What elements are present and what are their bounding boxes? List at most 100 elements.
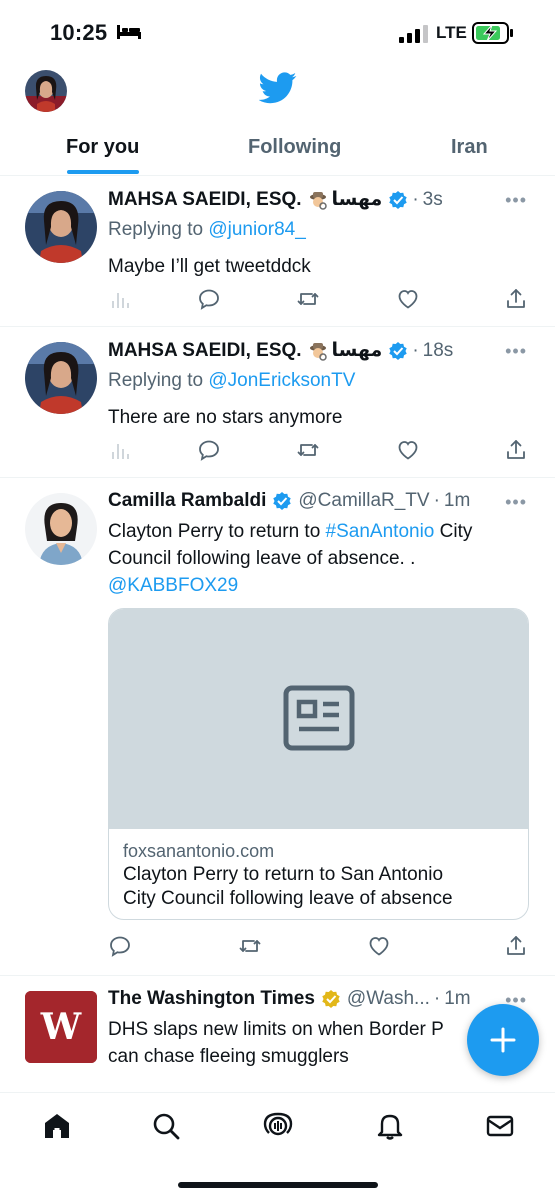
bell-icon[interactable]: [375, 1111, 405, 1141]
timeline-tabs: For you Following Iran: [0, 120, 555, 176]
reply-mention-link[interactable]: @JonEricksonTV: [208, 370, 355, 391]
reply-icon[interactable]: [108, 934, 132, 958]
tweet-text-line: DHS slaps new limits on when Border P: [108, 1019, 444, 1040]
status-time: 10:25: [50, 20, 108, 45]
author-name[interactable]: Camilla Rambaldi: [108, 490, 266, 512]
link-card[interactable]: foxsanantonio.com Clayton Perry to retur…: [108, 608, 529, 920]
home-indicator: [178, 1182, 378, 1188]
active-tab-indicator: [67, 170, 139, 174]
twitter-bird-icon[interactable]: [259, 72, 297, 104]
author-handle[interactable]: @CamillaR_TV: [298, 490, 429, 512]
views-icon[interactable]: [108, 287, 132, 311]
author-handle[interactable]: @Wash...: [347, 988, 430, 1010]
separator-dot: ·: [433, 490, 440, 511]
tweet-text-line: can chase fleeing smugglers: [108, 1046, 349, 1067]
tweet[interactable]: Camilla Rambaldi @CamillaR_TV · 1m ••• C…: [0, 478, 555, 976]
tweet[interactable]: MAHSA SAEIDI, ESQ. مهسا · 3s ••• Replyin…: [0, 176, 555, 327]
bed-icon: [117, 25, 141, 39]
separator-dot: ·: [412, 339, 419, 361]
hashtag-link[interactable]: #SanAntonio: [326, 521, 435, 542]
tab-for-you[interactable]: For you: [66, 136, 139, 159]
tweet-actions: [108, 438, 528, 462]
tab-following[interactable]: Following: [248, 136, 341, 159]
card-image-placeholder: [109, 609, 528, 829]
search-icon[interactable]: [151, 1111, 181, 1141]
spaces-icon[interactable]: [263, 1111, 293, 1141]
verified-badge-icon: [389, 341, 408, 360]
status-bar: 10:25 LTE: [0, 0, 555, 62]
svg-text:W: W: [40, 1006, 82, 1048]
like-icon[interactable]: [367, 934, 391, 958]
reply-icon[interactable]: [197, 287, 221, 311]
tweet-time[interactable]: 18s: [423, 340, 454, 362]
tweet-text-line: Clayton Perry to return to #SanAntonio C…: [108, 518, 528, 545]
replying-to: Replying to @JonEricksonTV: [108, 370, 355, 392]
avatar[interactable]: [25, 191, 97, 263]
views-icon[interactable]: [108, 438, 132, 462]
top-bar: [0, 62, 555, 118]
tweet-text-line: Council following leave of absence. .: [108, 548, 416, 569]
verified-badge-icon: [389, 190, 408, 209]
tab-iran[interactable]: Iran: [451, 136, 488, 159]
retweet-icon[interactable]: [296, 287, 320, 311]
share-icon[interactable]: [504, 438, 528, 462]
card-title-line: City Council following leave of absence: [123, 888, 453, 909]
compose-button[interactable]: [467, 1004, 539, 1076]
tweet-time[interactable]: 3s: [423, 189, 443, 211]
like-icon[interactable]: [396, 287, 420, 311]
card-title-line: Clayton Perry to return to San Antonio: [123, 864, 444, 885]
home-icon[interactable]: [42, 1111, 72, 1141]
replying-to-label: Replying to: [108, 370, 204, 391]
tweet-text-segment: Clayton Perry to return to: [108, 521, 326, 542]
author-name-arabic: مهسا: [331, 189, 383, 210]
tweet-text: There are no stars anymore: [108, 407, 343, 428]
network-label: LTE: [436, 23, 467, 42]
tweet-header: MAHSA SAEIDI, ESQ. مهسا · 3s: [108, 188, 443, 211]
retweet-icon[interactable]: [296, 438, 320, 462]
share-icon[interactable]: [504, 934, 528, 958]
reply-icon[interactable]: [197, 438, 221, 462]
tweet-text: Maybe I’ll get tweetddck: [108, 256, 311, 277]
signal-icon: [399, 25, 428, 43]
replying-to-label: Replying to: [108, 219, 204, 240]
mail-icon[interactable]: [485, 1111, 515, 1141]
reply-mention-link[interactable]: @junior84_: [208, 219, 305, 240]
tweet-time[interactable]: 1m: [444, 490, 470, 512]
more-icon[interactable]: •••: [505, 492, 527, 513]
article-icon: [283, 685, 355, 751]
author-name[interactable]: The Washington Times: [108, 988, 315, 1010]
separator-dot: ·: [412, 188, 419, 210]
author-name[interactable]: MAHSA SAEIDI, ESQ.: [108, 189, 302, 211]
replying-to: Replying to @junior84_: [108, 219, 306, 241]
avatar[interactable]: W: [25, 991, 97, 1063]
tweet-text: DHS slaps new limits on when Border P ca…: [108, 1016, 528, 1070]
avatar[interactable]: [25, 342, 97, 414]
verified-badge-icon: [273, 492, 292, 510]
tweet-actions: [108, 287, 528, 311]
detective-emoji-icon: [309, 342, 327, 361]
more-icon[interactable]: •••: [505, 341, 527, 362]
profile-avatar[interactable]: [25, 70, 67, 112]
card-body: foxsanantonio.com Clayton Perry to retur…: [109, 829, 528, 919]
tweet-header: Camilla Rambaldi @CamillaR_TV · 1m: [108, 490, 470, 512]
detective-emoji-icon: [309, 191, 327, 210]
retweet-icon[interactable]: [238, 934, 262, 958]
avatar[interactable]: [25, 493, 97, 565]
like-icon[interactable]: [396, 438, 420, 462]
more-icon[interactable]: •••: [505, 190, 527, 211]
tweet-header: MAHSA SAEIDI, ESQ. مهسا · 18s: [108, 339, 453, 362]
card-domain: foxsanantonio.com: [123, 841, 275, 861]
washington-times-logo: W: [25, 991, 97, 1063]
tweet[interactable]: MAHSA SAEIDI, ESQ. مهسا · 18s ••• Replyi…: [0, 327, 555, 478]
tweet-actions: [108, 934, 528, 958]
mention-link[interactable]: @KABBFOX29: [108, 572, 528, 599]
tweet-text: Clayton Perry to return to #SanAntonio C…: [108, 518, 528, 599]
separator-dot: ·: [433, 988, 441, 1009]
tweet-text-segment: City: [434, 521, 473, 542]
share-icon[interactable]: [504, 287, 528, 311]
verified-gold-badge-icon: [322, 990, 340, 1008]
compose-icon: [490, 1027, 516, 1053]
tweet-time[interactable]: 1m: [444, 988, 470, 1010]
tweet-header: The Washington Times @Wash... · 1m: [108, 988, 471, 1010]
author-name[interactable]: MAHSA SAEIDI, ESQ.: [108, 340, 302, 362]
